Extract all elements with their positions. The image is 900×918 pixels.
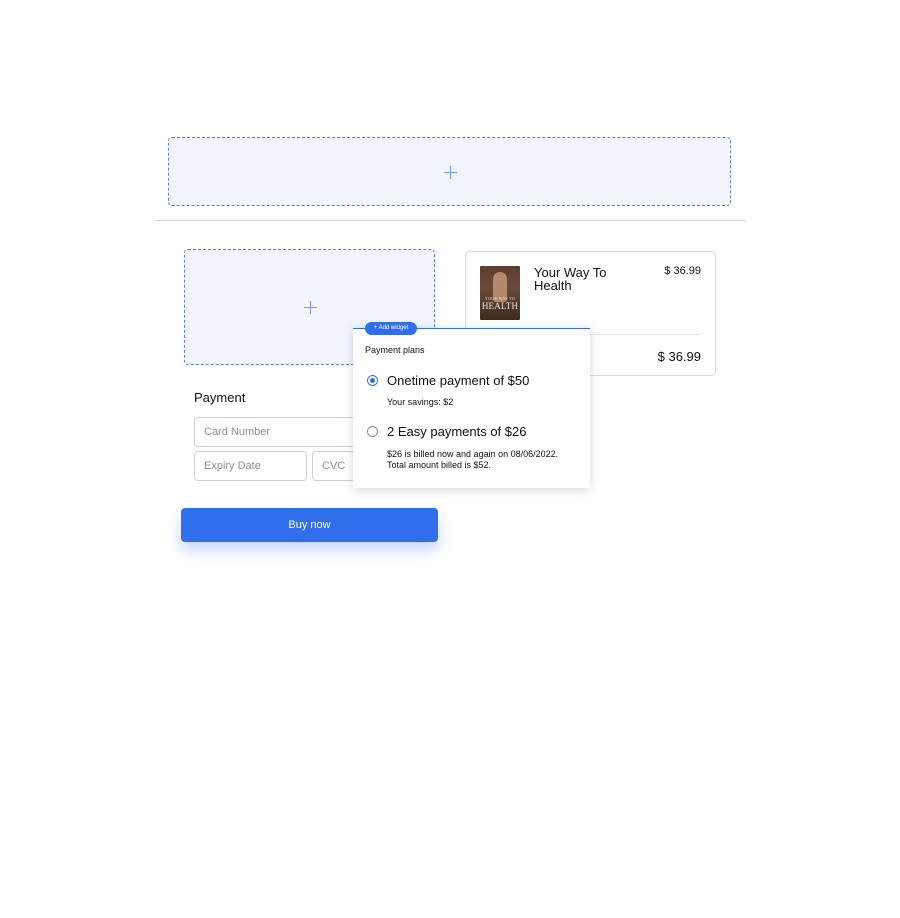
- section-divider: [154, 220, 746, 221]
- plan-installments-radio[interactable]: [367, 426, 378, 437]
- plan-installments-label[interactable]: 2 Easy payments of $26: [387, 424, 526, 439]
- buy-now-button[interactable]: Buy now: [181, 508, 438, 542]
- plan-onetime-radio[interactable]: [367, 375, 378, 386]
- product-price: $ 36.99: [664, 265, 701, 277]
- product-image: YOUR WAY TO HEALTH: [480, 266, 520, 320]
- plus-icon[interactable]: [304, 301, 317, 314]
- drop-zone-header[interactable]: [168, 137, 731, 206]
- payment-plans-panel: Payment plans Onetime payment of $50 You…: [353, 328, 590, 488]
- plan-onetime-label[interactable]: Onetime payment of $50: [387, 373, 529, 388]
- expiry-date-input[interactable]: Expiry Date: [194, 451, 307, 481]
- plan-installments-note-line-2: Total amount billed is $52.: [387, 460, 492, 470]
- add-widget-button[interactable]: + Add widget: [365, 322, 417, 335]
- plan-installments-note-line-1: $26 is billed now and again on 08/06/202…: [387, 449, 559, 459]
- product-name: Your Way To Health: [534, 265, 607, 293]
- total-price: $ 36.99: [657, 349, 701, 364]
- plus-icon[interactable]: [444, 166, 457, 179]
- payment-heading: Payment: [194, 390, 246, 405]
- plan-onetime-note: Your savings: $2: [387, 397, 454, 407]
- book-cover-big-text: HEALTH: [481, 301, 519, 311]
- payment-plans-title: Payment plans: [365, 345, 425, 355]
